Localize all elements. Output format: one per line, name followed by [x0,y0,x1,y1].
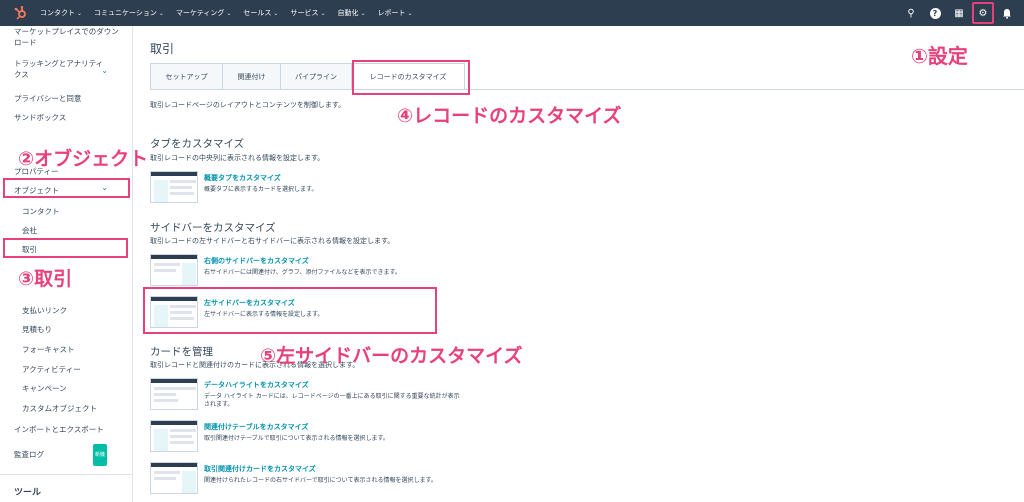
help-icon[interactable]: ? [924,2,946,24]
page-title: 取引 [150,42,175,56]
tab-setup[interactable]: セットアップ [150,63,222,90]
chevron-down-icon: ⌄ [407,9,413,17]
nav-automation[interactable]: 自動化 ⌄ [337,8,365,18]
customize-deal-association-card-link[interactable]: 取引関連付けカードをカスタマイズ [204,464,464,474]
nav-service[interactable]: サービス ⌄ [290,8,325,18]
card-thumbnail [150,462,198,494]
card-description: 取引関連付けテーブルで取引について表示される情報を選択します。 [204,435,389,442]
sidebar-item-import-export[interactable]: インポートとエクスポート [14,424,124,435]
customize-right-sidebar-link[interactable]: 右側のサイドバーをカスタマイズ [204,256,464,266]
card-overview-tab: 概要タブをカスタマイズ 概要タブに表示するカードを選択します。 [150,171,464,203]
card-thumbnail [150,420,198,452]
sidebar-item-quotes[interactable]: 見積もり [22,324,132,335]
sidebar-divider [0,474,133,475]
card-deal-association: 取引関連付けカードをカスタマイズ 関連付けられたレコードの右サイドバーで取引につ… [150,462,464,494]
sidebar-item-payment-links[interactable]: 支払いリンク [22,305,132,316]
chevron-down-icon[interactable]: ⌄ [101,66,108,75]
highlight-objects [3,178,130,198]
card-thumbnail [150,254,198,286]
card-thumbnail [150,171,198,203]
nav-communication-label: コミュニケーション [94,9,157,17]
sidebar-item-companies[interactable]: 会社 [22,225,132,236]
nav-contacts[interactable]: コンタクト ⌄ [40,8,82,18]
tab-divider [150,89,1024,90]
section-title-sidebar: サイドバーをカスタマイズ [150,222,276,234]
section-title-cards: カードを管理 [150,346,213,358]
chevron-down-icon: ⌄ [158,9,164,17]
sidebar-item-tracking[interactable]: トラッキングとアナリティクス [14,58,106,80]
chevron-down-icon: ⌄ [360,9,366,17]
help-glyph: ? [929,7,941,19]
chevron-down-icon: ⌄ [273,9,279,17]
card-description: 関連付けられたレコードの右サイドバーで取引について表示される情報を選択します。 [204,477,437,484]
card-right-sidebar: 右側のサイドバーをカスタマイズ 右サイドバーには関連付け、グラフ、添付ファイルな… [150,254,464,286]
nav-marketing-label: マーケティング [175,9,225,17]
chevron-down-icon: ⌄ [320,9,326,17]
annotation-left-sidebar: ⑤左サイドバーのカスタマイズ [260,345,523,367]
annotation-deals: ③取引 [18,268,73,290]
highlight-record-customize-tab [352,60,470,95]
nav-reports-label: レポート [377,9,406,17]
nav-reports[interactable]: レポート ⌄ [378,8,413,18]
section-desc-tabs: 取引レコードの中央列に表示される情報を設定します。 [150,154,325,162]
sidebar-section-tools: ツール [14,488,42,498]
sidebar-item-contacts[interactable]: コンタクト [22,206,132,217]
nav-sales[interactable]: セールス ⌄ [243,8,278,18]
nav-sales-label: セールス [243,9,272,17]
sidebar-item-custom-objects[interactable]: カスタムオブジェクト [22,403,132,414]
tab-pipelines[interactable]: パイプライン [280,63,351,90]
nav-service-label: サービス [290,9,319,17]
card-data-highlights: データハイライトをカスタマイズ データ ハイライト カードには、レコードページの… [150,378,464,410]
sidebar-item-sandbox[interactable]: サンドボックス [14,112,124,123]
tab-associations[interactable]: 関連付け [222,63,280,90]
chevron-down-icon: ⌄ [226,9,232,17]
section-title-tabs: タブをカスタマイズ [150,138,245,150]
card-description: 概要タブに表示するカードを選択します。 [204,186,318,193]
marketplace-icon[interactable]: ▦ [948,2,970,24]
card-description: 右サイドバーには関連付け、グラフ、添付ファイルなどを表示できます。 [204,269,401,276]
customize-overview-tab-link[interactable]: 概要タブをカスタマイズ [204,173,464,183]
card-association-table: 関連付けテーブルをカスタマイズ 取引関連付けテーブルで取引について表示される情報… [150,420,464,452]
sidebar-item-activities[interactable]: アクティビティー [22,364,132,375]
nav-automation-label: 自動化 [337,9,359,17]
customize-data-highlights-link[interactable]: データハイライトをカスタマイズ [204,380,464,390]
hubspot-logo-icon[interactable] [8,0,34,26]
main-content: 取引 セットアップ 関連付け パイプライン レコードのカスタマイズ 取引レコード… [134,26,1024,502]
new-badge: 新機 [93,444,107,466]
highlight-left-sidebar-card [143,287,437,334]
chevron-down-icon: ⌄ [77,9,83,17]
sidebar-item-campaigns[interactable]: キャンペーン [22,383,132,394]
page-description: 取引レコードページのレイアウトとコンテンツを制御します。 [150,101,346,109]
settings-gear-icon[interactable]: ⚙ [972,2,994,24]
top-navigation: コンタクト ⌄ コミュニケーション ⌄ マーケティング ⌄ セールス ⌄ サービス ⌄ 自… [0,0,1024,26]
nav-communication[interactable]: コミュニケーション ⌄ [94,8,164,18]
annotation-record-customize: ④レコードのカスタマイズ [397,105,622,127]
annotation-objects: ②オブジェクト [18,148,149,170]
sidebar-item-marketplace[interactable]: マーケットプレイスでのダウンロード [14,26,124,48]
notifications-bell-icon[interactable] [996,2,1018,24]
nav-marketing[interactable]: マーケティング ⌄ [176,8,231,18]
search-icon[interactable]: ⚲ [900,2,922,24]
sidebar-item-audit-log[interactable]: 監査ログ [14,449,124,460]
annotation-settings: ①設定 [911,44,968,68]
card-description: データ ハイライト カードには、レコードページの一番上にある取引に関する重要な統… [204,393,460,408]
customize-association-table-link[interactable]: 関連付けテーブルをカスタマイズ [204,422,464,432]
card-thumbnail [150,378,198,410]
highlight-deals [3,238,128,258]
sidebar-item-forecast[interactable]: フォーキャスト [22,344,132,355]
sidebar-item-privacy[interactable]: プライバシーと同意 [14,93,124,104]
section-desc-sidebar: 取引レコードの左サイドバーと右サイドバーに表示される情報を設定します。 [150,237,395,245]
nav-contacts-label: コンタクト [40,9,75,17]
